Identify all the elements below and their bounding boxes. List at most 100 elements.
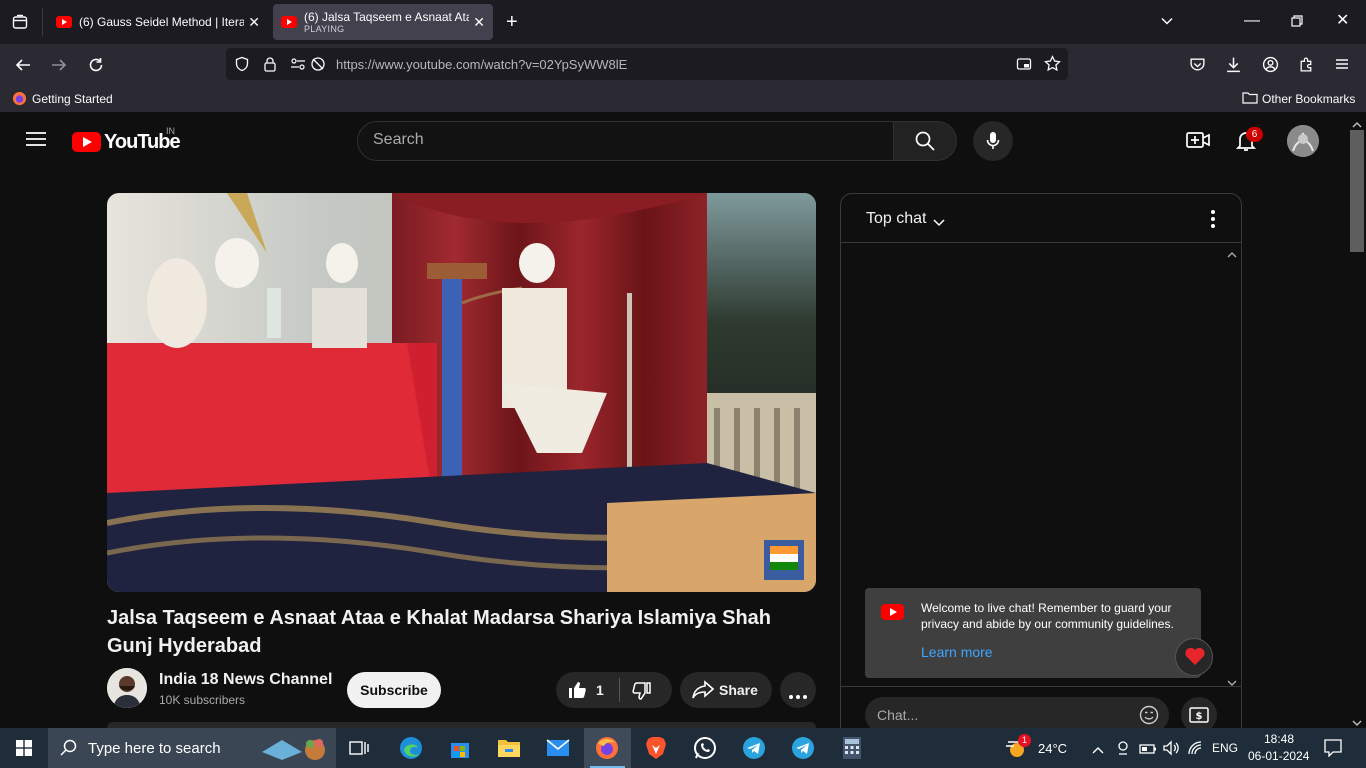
permissions-icon[interactable] <box>290 56 306 76</box>
guide-menu-icon[interactable] <box>26 131 46 152</box>
video-player[interactable] <box>107 193 816 592</box>
super-chat-icon: $ <box>1189 707 1209 728</box>
channel-avatar[interactable] <box>107 668 147 708</box>
browser-tab-bar: (6) Gauss Seidel Method | Iterati ✕ (6) … <box>0 0 1366 44</box>
heart-icon <box>1184 646 1206 671</box>
like-icon[interactable] <box>567 680 587 705</box>
new-tab-icon[interactable]: + <box>506 12 518 32</box>
menu-hamburger-icon[interactable] <box>1334 56 1350 76</box>
pocket-icon[interactable] <box>1189 56 1206 77</box>
brave-icon[interactable] <box>641 734 671 762</box>
dislike-icon[interactable] <box>632 681 652 706</box>
subscribe-button[interactable]: Subscribe <box>347 672 441 708</box>
create-video-icon[interactable] <box>1186 131 1210 154</box>
weather-alert-badge: 1 <box>1018 734 1031 747</box>
tab-list-icon[interactable] <box>12 14 28 34</box>
bookmarks-bar: Getting Started Other Bookmarks <box>0 86 1366 112</box>
list-all-tabs-icon[interactable] <box>1160 14 1174 32</box>
firefox-taskbar-icon[interactable] <box>592 734 622 762</box>
more-actions-button[interactable] <box>780 672 816 708</box>
clock-time[interactable]: 18:48 <box>1264 732 1294 746</box>
page-scrollbar[interactable] <box>1348 112 1366 728</box>
forward-icon[interactable] <box>50 56 68 78</box>
telegram-desktop-icon[interactable] <box>788 734 818 762</box>
input-language[interactable]: ENG <box>1212 741 1238 755</box>
tab-jalsa-active[interactable]: (6) Jalsa Taqseem e Asnaat Ataa PLAYING … <box>273 4 493 40</box>
lock-icon[interactable] <box>262 56 278 76</box>
back-icon[interactable] <box>14 56 32 78</box>
whatsapp-icon[interactable] <box>690 734 720 762</box>
volume-icon[interactable] <box>1162 740 1180 761</box>
taskbar-search-placeholder[interactable]: Type here to search <box>88 740 221 757</box>
edge-icon[interactable] <box>396 734 426 762</box>
taskbar-search-box[interactable]: Type here to search <box>48 728 336 768</box>
restore-icon[interactable] <box>1290 14 1304 32</box>
picture-in-picture-icon[interactable] <box>1016 56 1032 76</box>
camera-in-use-icon[interactable] <box>1116 740 1130 761</box>
url-bar[interactable]: https://www.youtube.com/watch?v=02YpSyWW… <box>226 48 1068 80</box>
welcome-text: Welcome to live chat! Remember to guard … <box>921 601 1174 631</box>
subscriber-count: 10K subscribers <box>159 693 246 707</box>
emoji-icon[interactable] <box>1139 705 1159 730</box>
bookmark-star-icon[interactable] <box>1044 55 1061 76</box>
firefox-icon <box>12 91 27 110</box>
share-label: Share <box>719 682 758 698</box>
notification-center-icon[interactable] <box>1324 739 1342 762</box>
autoplay-blocked-icon[interactable] <box>310 56 326 76</box>
chat-scroll-up-icon[interactable] <box>1227 246 1237 264</box>
account-icon[interactable] <box>1262 56 1279 77</box>
url-text[interactable]: https://www.youtube.com/watch?v=02YpSyWW… <box>336 57 627 72</box>
clock-date[interactable]: 06-01-2024 <box>1248 749 1309 763</box>
search-button[interactable] <box>893 121 957 161</box>
telegram-icon[interactable] <box>739 734 769 762</box>
shield-icon[interactable] <box>234 56 250 76</box>
live-chat-panel: Top chat Welcome to live chat! Remember … <box>840 193 1242 743</box>
svg-text:$: $ <box>1196 711 1203 722</box>
downloads-icon[interactable] <box>1225 56 1242 77</box>
temperature[interactable]: 24°C <box>1038 741 1067 756</box>
chat-header: Top chat <box>841 194 1241 243</box>
windows-start-icon[interactable] <box>16 740 32 761</box>
wifi-icon[interactable] <box>1188 741 1204 760</box>
minimize-icon[interactable]: — <box>1244 13 1260 29</box>
youtube-favicon-icon <box>281 16 297 28</box>
learn-more-link[interactable]: Learn more <box>921 644 993 660</box>
bookmark-getting-started[interactable]: Getting Started <box>32 92 113 106</box>
reaction-button[interactable] <box>1175 638 1213 676</box>
pill-divider <box>619 678 620 702</box>
folder-icon <box>1242 91 1258 109</box>
chat-input[interactable] <box>877 707 1127 723</box>
show-hidden-icons-icon[interactable] <box>1092 742 1104 760</box>
top-chat-dropdown[interactable]: Top chat <box>866 210 926 228</box>
search-highlight-icon <box>260 734 330 767</box>
mail-icon[interactable] <box>543 734 573 762</box>
calculator-icon[interactable] <box>837 734 867 762</box>
bookmark-other-bookmarks[interactable]: Other Bookmarks <box>1262 92 1355 106</box>
like-dislike-group: 1 <box>556 672 672 708</box>
close-tab-icon[interactable]: ✕ <box>248 14 260 31</box>
scrollbar-thumb[interactable] <box>1350 130 1364 252</box>
search-icon <box>915 131 935 156</box>
chevron-down-icon[interactable] <box>933 214 945 232</box>
youtube-logo-icon[interactable] <box>72 132 101 152</box>
battery-icon[interactable] <box>1139 742 1157 760</box>
user-avatar[interactable] <box>1287 125 1319 157</box>
browser-nav-bar: https://www.youtube.com/watch?v=02YpSyWW… <box>0 44 1366 86</box>
notification-count-badge: 6 <box>1246 127 1263 142</box>
youtube-favicon-icon <box>56 16 72 28</box>
search-input[interactable] <box>373 131 873 149</box>
tab-gauss-seidel[interactable]: (6) Gauss Seidel Method | Iterati ✕ <box>48 4 268 40</box>
extensions-icon[interactable] <box>1298 56 1315 77</box>
like-count[interactable]: 1 <box>596 682 604 698</box>
video-frame-image <box>107 193 816 592</box>
reload-icon[interactable] <box>87 56 105 78</box>
task-view-icon[interactable] <box>344 734 374 762</box>
share-button[interactable]: Share <box>680 672 772 708</box>
channel-name[interactable]: India 18 News Channel <box>159 671 332 689</box>
microsoft-store-icon[interactable] <box>445 734 475 762</box>
file-explorer-icon[interactable] <box>494 734 524 762</box>
voice-search-button[interactable] <box>973 121 1013 161</box>
more-vertical-icon[interactable] <box>1211 210 1215 233</box>
close-tab-icon[interactable]: ✕ <box>473 14 485 31</box>
close-window-icon[interactable]: ✕ <box>1336 13 1349 29</box>
